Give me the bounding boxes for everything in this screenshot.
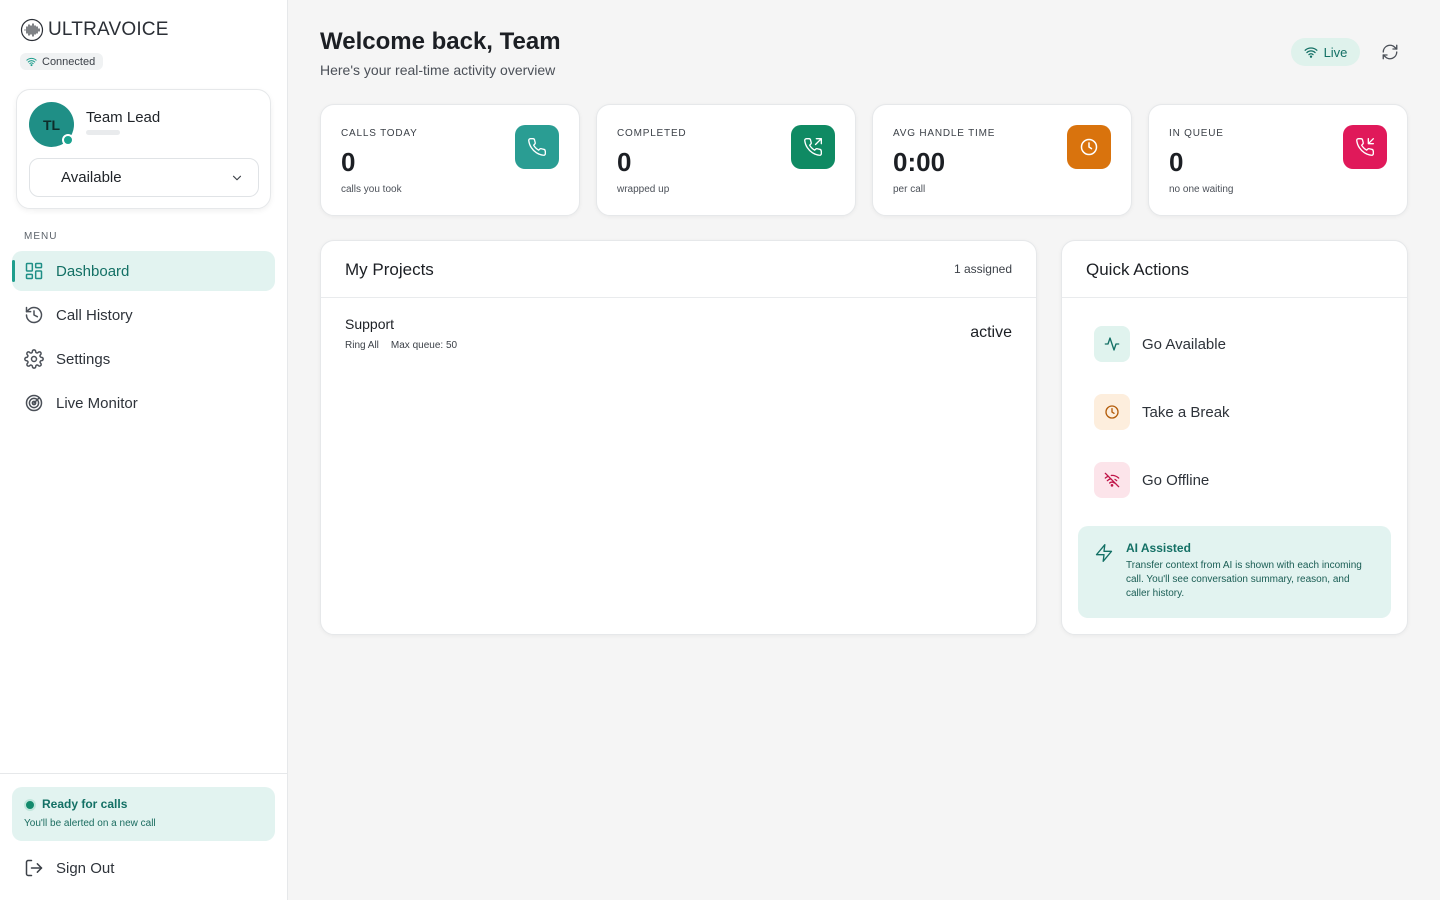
live-badge: Live (1291, 38, 1360, 66)
sign-out-button[interactable]: Sign Out (24, 858, 114, 878)
live-label: Live (1323, 44, 1348, 60)
phone-outgoing-icon (804, 137, 823, 156)
activity-icon (1104, 337, 1120, 351)
page-subtitle: Here's your real-time activity overview (320, 62, 556, 78)
grid-icon (25, 262, 43, 280)
ready-status-box: Ready for calls You'll be alerted on a n… (12, 787, 275, 841)
stat-card-completed: COMPLETED 0 wrapped up (596, 104, 856, 216)
chevron-down-icon (232, 175, 242, 180)
sidebar: ULTRAVOICE Connected TL Team Lead Availa… (0, 0, 288, 900)
nav-item-live-monitor[interactable]: Live Monitor (12, 383, 275, 423)
nav-item-label: Call History (56, 306, 133, 324)
ready-title: Ready for calls (42, 797, 128, 811)
qa-label: Go Available (1142, 335, 1226, 353)
stat-icon-tile (1343, 125, 1387, 169)
wifi-icon (1304, 47, 1318, 58)
take-break-button[interactable]: Take a Break (1094, 394, 1230, 430)
main-nav: Dashboard Call History Settings Live Mon… (12, 251, 275, 427)
user-email-placeholder (86, 130, 120, 135)
qa-icon-tile (1094, 394, 1130, 430)
stat-note: wrapped up (617, 184, 670, 195)
brand-logo-icon (20, 18, 44, 42)
ready-dot (24, 799, 36, 811)
wifi-off-icon (1104, 472, 1120, 488)
stat-icon-tile (791, 125, 835, 169)
radar-icon (25, 394, 43, 412)
menu-label: MENU (24, 231, 58, 242)
status-select-value: Available (61, 169, 122, 186)
stat-value: 0 (1169, 147, 1184, 177)
sidebar-footer: Ready for calls You'll be alerted on a n… (0, 773, 287, 900)
nav-item-label: Dashboard (56, 262, 130, 280)
nav-item-label: Live Monitor (56, 394, 138, 412)
project-strategy: Ring All (345, 340, 379, 351)
projects-panel-header: My Projects 1 assigned (321, 241, 1036, 298)
stat-label: IN QUEUE (1169, 128, 1224, 139)
stat-label: COMPLETED (617, 128, 687, 139)
quick-actions-title: Quick Actions (1086, 260, 1189, 279)
stat-icon-tile (515, 125, 559, 169)
ai-assisted-title: AI Assisted (1126, 541, 1191, 555)
projects-title: My Projects (345, 260, 434, 279)
user-card: TL Team Lead Available (16, 89, 271, 209)
ready-subtitle: You'll be alerted on a new call (24, 818, 156, 829)
phone-incoming-icon (1356, 137, 1375, 156)
clock-icon (1080, 138, 1098, 156)
project-status: active (970, 324, 1012, 341)
stat-value: 0 (617, 147, 632, 177)
project-queue: Max queue: 50 (390, 340, 458, 351)
ai-assisted-box: AI Assisted Transfer context from AI is … (1078, 526, 1391, 618)
stat-card-calls-today: CALLS TODAY 0 calls you took (320, 104, 580, 216)
stat-card-avg-handle-time: AVG HANDLE TIME 0:00 per call (872, 104, 1132, 216)
brand[interactable]: ULTRAVOICE (20, 18, 169, 42)
nav-item-call-history[interactable]: Call History (12, 295, 275, 335)
quick-actions-panel: Quick Actions Go Available Take a Break … (1061, 240, 1408, 635)
stat-value: 0 (341, 147, 356, 177)
connection-badge: Connected (20, 53, 104, 70)
go-available-button[interactable]: Go Available (1094, 326, 1226, 362)
page-title: Welcome back, Team (320, 28, 561, 55)
refresh-icon (1382, 44, 1398, 60)
stat-label: AVG HANDLE TIME (893, 128, 996, 139)
phone-icon (528, 137, 547, 156)
qa-label: Go Offline (1142, 471, 1210, 489)
log-out-icon (25, 859, 43, 877)
nav-item-dashboard[interactable]: Dashboard (12, 251, 275, 291)
clock-icon (1105, 405, 1119, 419)
wifi-icon (26, 57, 37, 67)
nav-item-settings[interactable]: Settings (12, 339, 275, 379)
refresh-button[interactable] (1378, 40, 1402, 64)
brand-name: ULTRAVOICE (48, 19, 169, 40)
sign-out-label: Sign Out (56, 859, 115, 877)
stat-value: 0:00 (893, 147, 946, 177)
connection-label: Connected (42, 55, 96, 68)
nav-item-label: Settings (56, 350, 111, 368)
projects-panel: My Projects 1 assigned Support Ring All … (320, 240, 1037, 635)
stat-note: no one waiting (1169, 184, 1234, 195)
projects-count: 1 assigned (953, 262, 1012, 276)
ai-assisted-text: Transfer context from AI is shown with e… (1126, 560, 1362, 599)
quick-actions-header: Quick Actions (1062, 241, 1407, 298)
qa-icon-tile (1094, 326, 1130, 362)
qa-label: Take a Break (1142, 403, 1230, 421)
stat-note: per call (893, 184, 926, 195)
gear-icon (24, 349, 44, 369)
history-icon (25, 306, 43, 324)
go-offline-button[interactable]: Go Offline (1094, 462, 1209, 498)
zap-icon (1095, 544, 1113, 562)
qa-icon-tile (1094, 462, 1130, 498)
stat-note: calls you took (341, 184, 402, 195)
project-tags: Ring All Max queue: 50 (345, 340, 457, 351)
stat-label: CALLS TODAY (341, 128, 418, 139)
presence-dot (62, 134, 74, 146)
user-name: Team Lead (86, 109, 161, 126)
stat-card-in-queue: IN QUEUE 0 no one waiting (1148, 104, 1408, 216)
status-select[interactable]: Available (29, 158, 259, 197)
stat-icon-tile (1067, 125, 1111, 169)
project-row[interactable]: Support Ring All Max queue: 50 active (345, 315, 1012, 355)
project-name: Support (345, 316, 395, 332)
